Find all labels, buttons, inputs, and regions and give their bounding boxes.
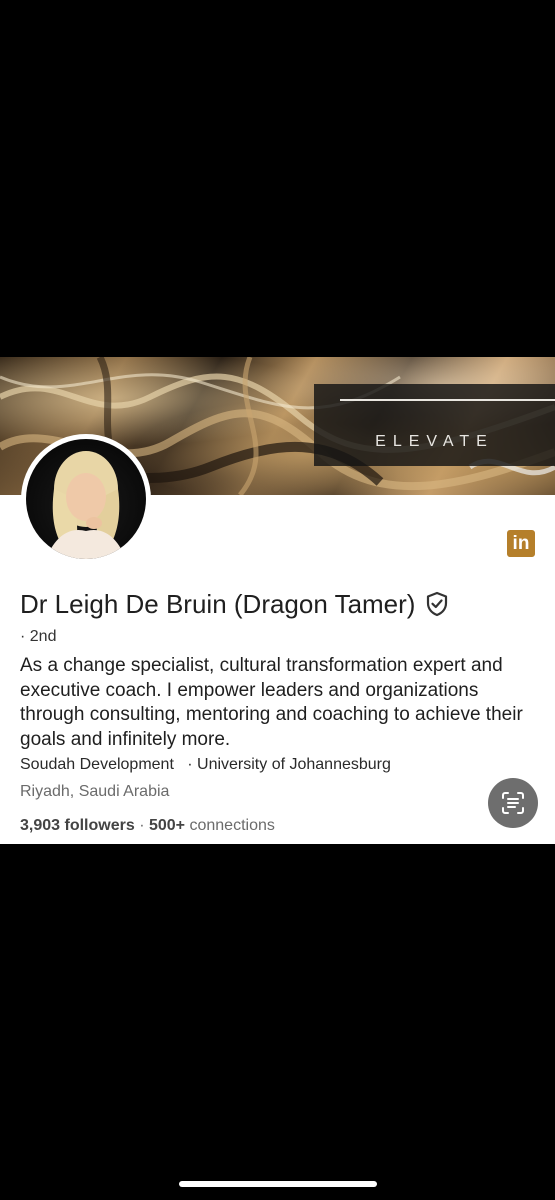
stats-separator: · (139, 817, 145, 834)
name-row: Dr Leigh De Bruin (Dragon Tamer) (20, 587, 449, 621)
home-indicator[interactable] (179, 1181, 377, 1187)
linkedin-icon[interactable]: in (507, 530, 535, 557)
experience-education-row: Soudah Development · University of Johan… (20, 756, 391, 774)
profile-stats: 3,903 followers · 500+ connections (20, 817, 275, 835)
school-link[interactable]: University of Johannesburg (197, 756, 391, 773)
company-link[interactable]: Soudah Development (20, 756, 174, 773)
connections-label[interactable]: connections (189, 817, 274, 834)
avatar[interactable] (24, 437, 148, 561)
connections-count[interactable]: 500+ (149, 817, 185, 834)
elevate-overlay: ELEVATE (314, 384, 555, 466)
followers-count[interactable]: 3,903 (20, 817, 60, 834)
elevate-text: ELEVATE (375, 433, 494, 450)
profile-name: Dr Leigh De Bruin (Dragon Tamer) (20, 588, 416, 619)
profile-card: ELEVATE in Dr Leigh De Bruin (Dragon Tam… (0, 357, 555, 844)
separator-dot: · (187, 756, 193, 773)
connection-degree: · 2nd (20, 628, 57, 645)
text-scan-button[interactable] (488, 778, 538, 828)
shield-check-icon[interactable] (425, 591, 449, 617)
profile-headline: As a change specialist, cultural transfo… (20, 655, 523, 750)
profile-location: Riyadh, Saudi Arabia (20, 783, 170, 800)
elevate-divider (340, 399, 555, 401)
avatar-photo (26, 439, 146, 559)
text-scan-icon (502, 792, 524, 814)
followers-label[interactable]: followers (65, 817, 135, 834)
